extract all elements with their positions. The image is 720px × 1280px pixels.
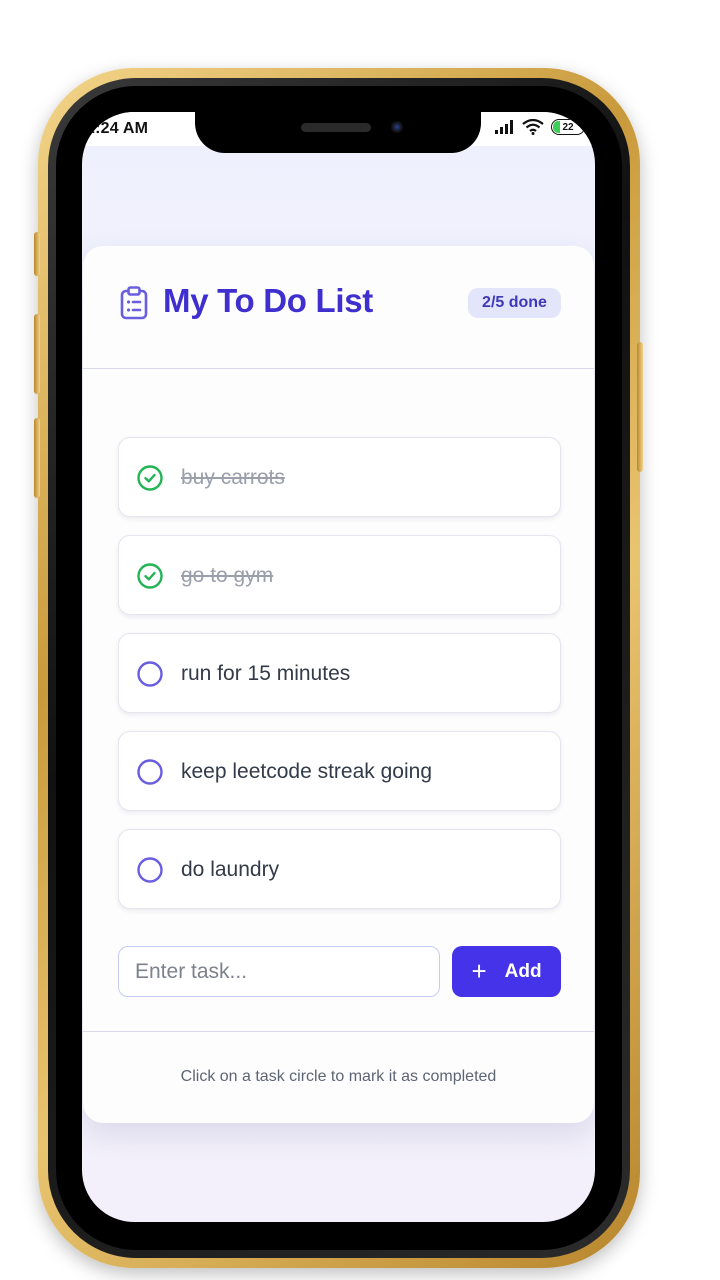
add-task-form: + Add (118, 946, 561, 997)
phone-notch (195, 112, 481, 153)
phone-volume-up-button (34, 314, 40, 394)
phone-screen: 2:24 AM 22 My To Do List 2/5 done buy ca… (82, 112, 595, 1222)
phone-side-button (34, 232, 40, 276)
check-circle-icon[interactable] (137, 465, 163, 491)
task-item: do laundry (118, 829, 561, 909)
page-title: My To Do List (163, 282, 373, 319)
empty-circle-icon[interactable] (137, 661, 163, 687)
clipboard-list-icon (120, 286, 148, 320)
footer-hint: Click on a task circle to mark it as com… (180, 1068, 497, 1085)
task-item: keep leetcode streak going (118, 731, 561, 811)
task-item: run for 15 minutes (118, 633, 561, 713)
empty-circle-icon[interactable] (137, 759, 163, 785)
status-time: 2:24 AM (86, 120, 149, 137)
todo-card: My To Do List 2/5 done buy carrots go to… (83, 246, 594, 1123)
empty-circle-icon[interactable] (137, 857, 163, 883)
task-input[interactable] (118, 946, 440, 997)
card-footer: Click on a task circle to mark it as com… (83, 1031, 594, 1124)
add-button[interactable]: + Add (452, 946, 561, 997)
battery-icon: 22 (551, 119, 585, 135)
front-camera (391, 121, 403, 133)
card-header: My To Do List 2/5 done (83, 246, 594, 369)
task-item: go to gym (118, 535, 561, 615)
task-list: buy carrots go to gym run for 15 minutes (118, 437, 561, 927)
progress-badge: 2/5 done (468, 288, 561, 318)
plus-icon: + (471, 955, 487, 986)
check-circle-icon[interactable] (137, 563, 163, 589)
task-label: do laundry (181, 858, 280, 881)
wifi-icon (522, 119, 544, 135)
task-item: buy carrots (118, 437, 561, 517)
task-label: run for 15 minutes (181, 662, 351, 685)
task-label: go to gym (181, 564, 274, 587)
speaker-grille (301, 123, 371, 132)
task-label: buy carrots (181, 466, 285, 489)
task-label: keep leetcode streak going (181, 760, 433, 783)
phone-power-button (637, 342, 643, 472)
add-button-label: Add (504, 960, 542, 982)
phone-volume-down-button (34, 418, 40, 498)
status-icons: 22 (495, 119, 585, 135)
battery-level: 22 (562, 121, 574, 133)
signal-icon (495, 120, 513, 134)
